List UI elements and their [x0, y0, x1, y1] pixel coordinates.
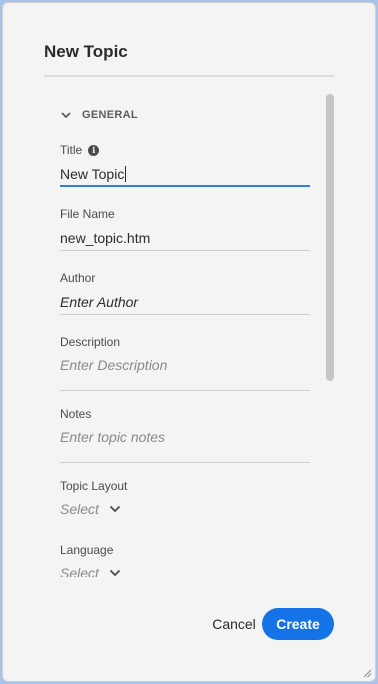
- author-label: Author: [60, 271, 95, 285]
- author-label-text: Author: [60, 271, 96, 285]
- language-select[interactable]: Select: [60, 565, 121, 581]
- notes-placeholder: Enter topic notes: [60, 429, 166, 445]
- cancel-button[interactable]: Cancel: [209, 613, 259, 635]
- language-label-text: Language: [60, 543, 114, 557]
- topic-layout-label-text: Topic Layout: [60, 479, 128, 493]
- title-label-text: Title: [60, 143, 83, 157]
- notes-textarea[interactable]: Enter topic notes: [60, 424, 310, 463]
- section-label: GENERAL: [82, 109, 138, 121]
- new-topic-dialog: New Topic GENERAL Title i New Topic File…: [3, 3, 375, 681]
- topic-layout-select[interactable]: Select: [60, 501, 121, 517]
- file-name-input[interactable]: new_topic.htm: [60, 225, 310, 251]
- notes-label-text: Notes: [60, 407, 92, 421]
- chevron-down-icon: [109, 505, 121, 513]
- notes-label: Notes: [60, 407, 91, 421]
- resize-handle-icon[interactable]: [363, 669, 372, 678]
- author-placeholder: Enter Author: [60, 294, 139, 310]
- file-name-value: new_topic.htm: [60, 230, 151, 246]
- description-textarea[interactable]: Enter Description: [60, 352, 310, 391]
- file-name-label: File Name: [60, 207, 115, 221]
- title-label: Title i: [60, 143, 100, 157]
- file-name-label-text: File Name: [60, 207, 115, 221]
- text-caret: [125, 166, 127, 182]
- description-placeholder: Enter Description: [60, 357, 168, 373]
- title-input-value: New Topic: [60, 166, 125, 182]
- info-icon[interactable]: i: [88, 144, 100, 156]
- title-divider: [44, 75, 334, 77]
- description-label-text: Description: [60, 335, 121, 349]
- title-input[interactable]: New Topic: [60, 161, 310, 187]
- author-input[interactable]: Enter Author: [60, 289, 310, 315]
- language-selected: Select: [60, 565, 99, 581]
- language-label: Language: [60, 543, 113, 557]
- create-button[interactable]: Create: [262, 608, 334, 640]
- section-toggle-general[interactable]: GENERAL: [60, 109, 138, 121]
- dialog-title: New Topic: [44, 42, 128, 61]
- topic-layout-label: Topic Layout: [60, 479, 127, 493]
- description-label: Description: [60, 335, 120, 349]
- chevron-down-icon: [109, 569, 121, 577]
- topic-layout-selected: Select: [60, 501, 99, 517]
- scrollbar-thumb[interactable]: [326, 94, 334, 381]
- chevron-down-icon: [61, 112, 71, 119]
